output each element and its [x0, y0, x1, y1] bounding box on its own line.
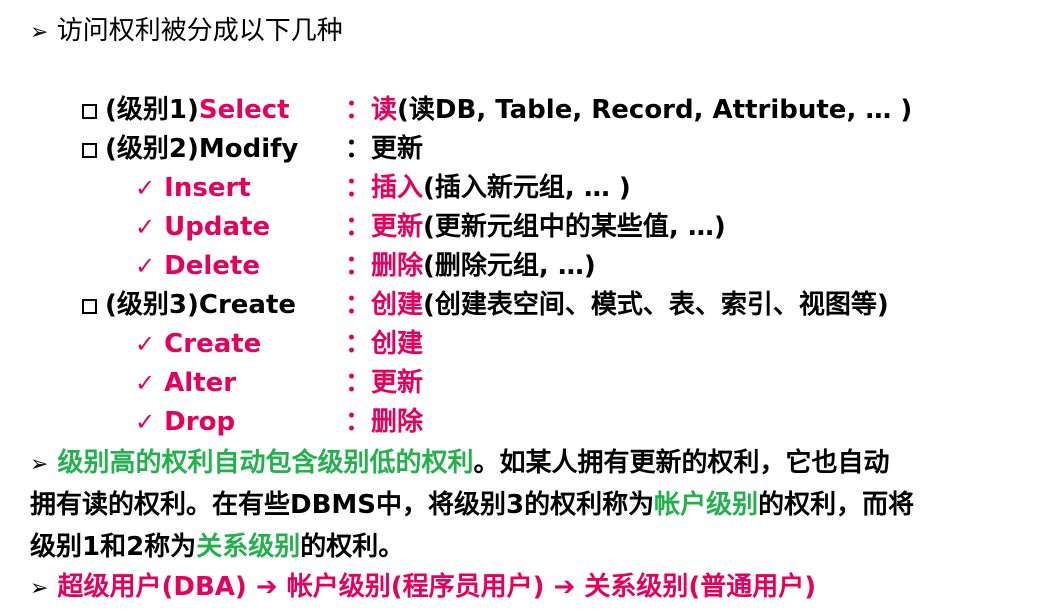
check-icon: ✓ — [135, 174, 156, 202]
desc-text: (插入新元组, … ) — [423, 173, 631, 203]
list-item-desc: ：插入(插入新元组, … ) — [345, 171, 631, 205]
desc-keyword: 创建 — [371, 290, 424, 320]
page-title: 访问权利被分成以下几种 — [56, 16, 343, 46]
hierarchy-item: 超级用户(DBA) — [57, 572, 247, 602]
arrow-bullet-icon: ➢ — [30, 20, 49, 45]
list-item-desc: ：读(读DB, Table, Record, Attribute, … ) — [345, 93, 912, 127]
check-icon: ✓ — [135, 408, 156, 436]
colon: ： — [345, 173, 372, 203]
list-item: ✓ Insert — [135, 171, 251, 205]
paragraph-text: 拥有读的权利。在有些DBMS中，将级别3的权利称为 — [30, 490, 655, 520]
item-label: Update — [164, 212, 271, 242]
arrow-bullet-icon: ➢ — [30, 452, 49, 477]
colon: ： — [345, 95, 372, 125]
paragraph-text: 级别1和2称为 — [30, 532, 197, 562]
list-item-desc: ：创建 — [345, 327, 423, 361]
hierarchy-item: 帐户级别(程序员用户) — [286, 572, 545, 602]
list-item: ✓ Create — [135, 327, 261, 361]
highlight-text: 关系级别 — [196, 532, 301, 562]
item-label: Create — [164, 329, 262, 359]
list-item: ✓ Alter — [135, 366, 236, 400]
colon: ： — [345, 407, 372, 437]
arrow-bullet-icon: ➢ — [30, 576, 49, 601]
paragraph-text: 的权利。 — [300, 532, 405, 562]
right-arrow-icon: ➔ — [255, 572, 278, 602]
checkbox-square-icon — [82, 299, 97, 314]
checkbox-square-icon — [82, 143, 97, 158]
desc-text: (更新元组中的某些值, …) — [423, 212, 726, 242]
colon: ： — [345, 368, 372, 398]
list-item-desc: ：更新 — [345, 366, 423, 400]
title-line: ➢ 访问权利被分成以下几种 — [30, 10, 343, 47]
list-item-desc: ：更新(更新元组中的某些值, …) — [345, 210, 726, 244]
desc-text: 更新 — [371, 134, 424, 164]
highlight-text: 级别高的权利自动包含级别低的权利 — [57, 448, 474, 478]
desc-keyword: 删除 — [371, 407, 424, 437]
desc-keyword: 读 — [371, 95, 398, 125]
list-item-desc: ：更新 — [345, 132, 423, 166]
hierarchy-item: 关系级别(普通用户) — [584, 572, 817, 602]
list-item: (级别3)Create — [82, 288, 296, 322]
check-icon: ✓ — [135, 252, 156, 280]
item-label: Delete — [164, 251, 260, 281]
paragraph-text: 的权利，而将 — [758, 490, 915, 520]
check-icon: ✓ — [135, 330, 156, 358]
list-item: ✓ Delete — [135, 249, 260, 283]
colon: ： — [345, 251, 372, 281]
colon: ： — [345, 290, 372, 320]
list-item-desc: ：删除 — [345, 405, 423, 439]
desc-keyword: 插入 — [371, 173, 424, 203]
right-arrow-icon: ➔ — [553, 572, 576, 602]
highlight-text: 帐户级别 — [654, 490, 759, 520]
list-item: (级别2)Modify — [82, 132, 298, 166]
hierarchy-line: ➢ 超级用户(DBA) ➔ 帐户级别(程序员用户) ➔ 关系级别(普通用户) — [30, 566, 816, 608]
list-item-desc: ：创建(创建表空间、模式、表、索引、视图等) — [345, 288, 889, 322]
paragraph-line-2: 拥有读的权利。在有些DBMS中，将级别3的权利称为帐户级别的权利，而将 — [30, 484, 914, 526]
level-label: (级别3)Create — [105, 290, 297, 320]
item-label: Alter — [164, 368, 237, 398]
level-label: (级别1) — [105, 95, 199, 125]
paragraph-line-1: ➢ 级别高的权利自动包含级别低的权利。如某人拥有更新的权利，它也自动 — [30, 442, 890, 484]
colon: ： — [345, 212, 372, 242]
level-keyword: Select — [198, 95, 290, 125]
paragraph-text: 。如某人拥有更新的权利，它也自动 — [473, 448, 890, 478]
list-item: (级别1)Select — [82, 93, 290, 127]
desc-text: (删除元组, …) — [423, 251, 596, 281]
desc-keyword: 删除 — [371, 251, 424, 281]
desc-keyword: 创建 — [371, 329, 424, 359]
item-label: Drop — [164, 407, 236, 437]
list-item: ✓ Update — [135, 210, 270, 244]
check-icon: ✓ — [135, 213, 156, 241]
item-label: Insert — [164, 173, 251, 203]
level-label: (级别2)Modify — [105, 134, 299, 164]
paragraph-line-3: 级别1和2称为关系级别的权利。 — [30, 526, 404, 568]
list-item: ✓ Drop — [135, 405, 235, 439]
colon: ： — [345, 329, 372, 359]
list-item-desc: ：删除(删除元组, …) — [345, 249, 596, 283]
checkbox-square-icon — [82, 104, 97, 119]
check-icon: ✓ — [135, 369, 156, 397]
colon: ： — [345, 134, 372, 164]
desc-keyword: 更新 — [371, 212, 424, 242]
desc-text: (创建表空间、模式、表、索引、视图等) — [423, 290, 889, 320]
desc-keyword: 更新 — [371, 368, 424, 398]
desc-text: (读DB, Table, Record, Attribute, … ) — [397, 95, 913, 125]
